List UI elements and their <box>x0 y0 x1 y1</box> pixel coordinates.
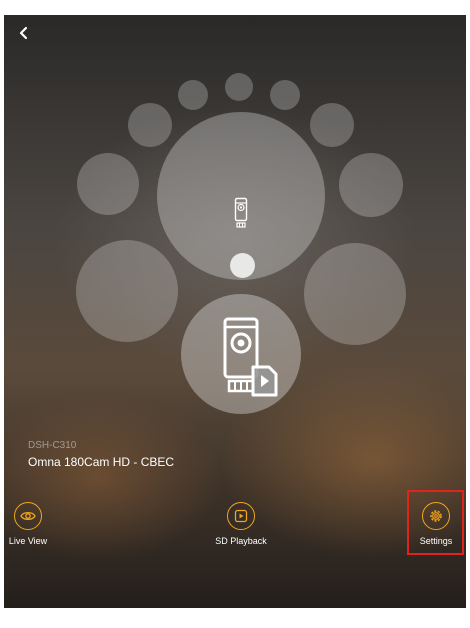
device-model: DSH-C310 <box>28 440 77 451</box>
camera-icon <box>234 197 248 228</box>
device-info: DSH-C310 Omna 180Cam HD - CBEC <box>28 440 174 469</box>
settings-highlight-box <box>407 490 464 555</box>
chevron-left-icon <box>19 26 28 40</box>
sd-playback-button[interactable]: SD Playback <box>198 502 284 546</box>
sd-playback-label: SD Playback <box>215 536 267 546</box>
small-bubble <box>128 103 172 147</box>
small-bubble <box>178 80 208 110</box>
live-view-button[interactable]: Live View <box>6 502 50 546</box>
back-button[interactable] <box>18 25 34 43</box>
small-bubble <box>310 103 354 147</box>
large-bubble <box>76 240 178 342</box>
camera-playback-icon <box>223 317 278 397</box>
small-bubble <box>270 80 300 110</box>
live-view-label: Live View <box>8 536 48 546</box>
eye-icon <box>20 511 36 521</box>
device-name: Omna 180Cam HD - CBEC <box>28 455 175 469</box>
medium-bubble <box>77 153 139 215</box>
indicator-dot <box>230 253 255 278</box>
camera-screen: DSH-C310 Omna 180Cam HD - CBEC Live View… <box>4 15 466 608</box>
medium-bubble <box>339 153 403 217</box>
playback-bubble <box>181 294 301 414</box>
large-bubble <box>304 243 406 345</box>
small-bubble <box>225 73 253 101</box>
playback-icon <box>234 509 248 523</box>
